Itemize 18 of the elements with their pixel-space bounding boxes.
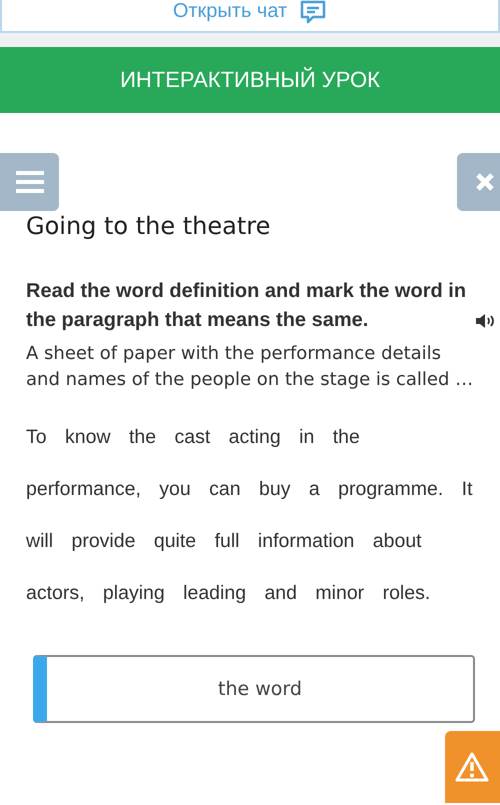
speaker-icon[interactable] xyxy=(475,313,497,329)
paragraph-line: performance, you can buy a programme. It xyxy=(26,477,473,502)
close-button[interactable] xyxy=(457,153,500,211)
lesson-title: Going to the theatre xyxy=(26,211,272,241)
header-title: ИНТЕРАКТИВНЫЙ УРОК xyxy=(120,67,380,93)
definition-text: A sheet of paper with the performance details and names of the people on the stage is called … xyxy=(26,342,474,392)
menu-icon xyxy=(16,171,44,193)
paragraph-line: To know the cast acting in the xyxy=(26,425,360,450)
paragraph-line: will provide quite full information about xyxy=(26,529,422,554)
chat-icon xyxy=(299,0,328,24)
warning-icon xyxy=(455,752,489,782)
menu-button[interactable] xyxy=(0,153,59,211)
report-button[interactable] xyxy=(445,731,500,803)
open-chat-button[interactable]: Открыть чат xyxy=(0,0,500,33)
close-icon xyxy=(475,172,495,192)
answer-field[interactable]: the word xyxy=(33,655,475,723)
instruction-text: Read the word definition and mark the word in the paragraph that means the same. xyxy=(26,279,468,333)
paragraph-line: actors, playing leading and minor roles. xyxy=(26,581,430,606)
